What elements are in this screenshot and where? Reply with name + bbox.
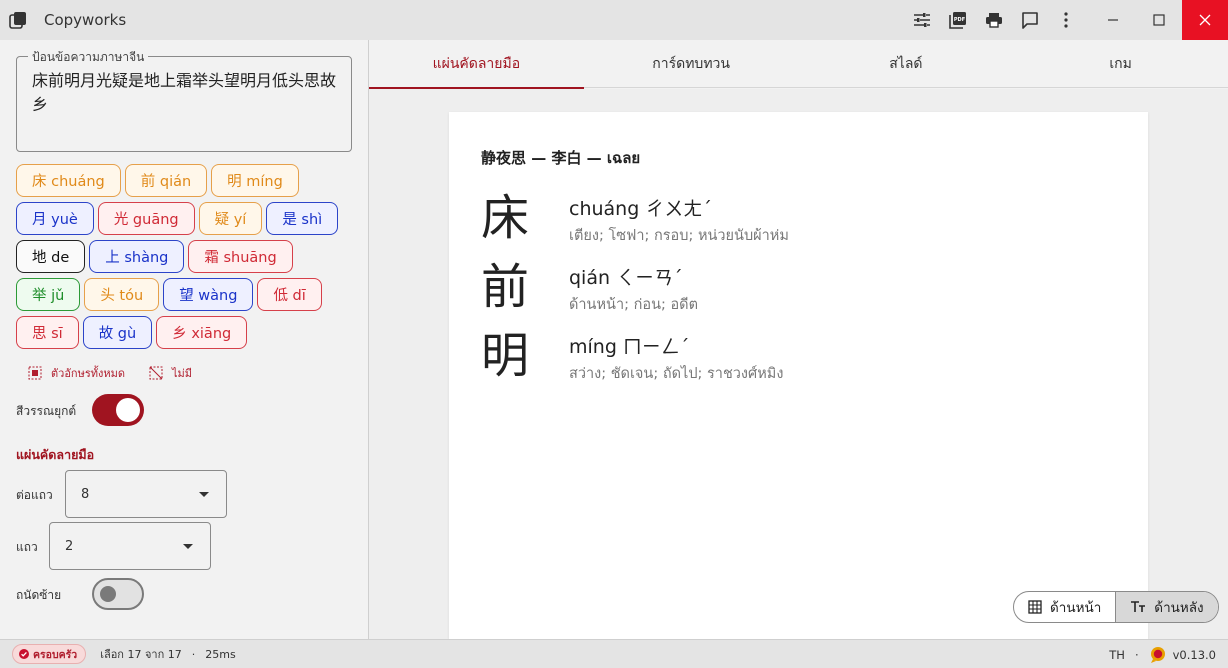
entry-pinyin: chuáng ㄔㄨㄤˊ: [569, 198, 712, 220]
character-chip[interactable]: 前 qián: [124, 164, 208, 197]
chinese-text-input[interactable]: ป้อนข้อความภาษาจีน 床前明月光疑是地上霜举头望明月低头思故乡: [16, 48, 352, 152]
chinese-text-input-label: ป้อนข้อความภาษาจีน: [28, 48, 149, 67]
chinese-text-value[interactable]: 床前明月光疑是地上霜举头望明月低头思故乡: [32, 69, 342, 117]
front-side-label: ด้านหน้า: [1050, 600, 1102, 616]
left-handed-toggle[interactable]: [92, 578, 144, 610]
character-chip[interactable]: 上 shàng: [89, 240, 185, 273]
tone-color-label: สีวรรณยุกต์: [16, 404, 77, 418]
tab-0[interactable]: แผ่นคัดลายมือ: [369, 40, 584, 89]
status-bar: ครอบครัว เลือก 17 จาก 17 · 25ms TH · v0.…: [0, 639, 1228, 668]
rows-select[interactable]: 2: [49, 522, 211, 570]
left-handed-label: ถนัดซ้าย: [16, 588, 62, 602]
select-none-button[interactable]: ไม่มี: [149, 364, 192, 382]
app-version: v0.13.0: [1172, 647, 1216, 662]
character-chip[interactable]: 是 shì: [266, 202, 339, 235]
tone-color-toggle[interactable]: [92, 394, 144, 426]
render-timing: 25ms: [205, 647, 236, 661]
select-all-button[interactable]: ตัวอักษรทั้งหมด: [28, 364, 125, 382]
side-toggle: ด้านหน้า ด้านหลัง: [1013, 591, 1219, 623]
worksheet-section-title: แผ่นคัดลายมือ: [16, 447, 95, 462]
character-chip[interactable]: 望 wàng: [163, 278, 254, 311]
character-chip[interactable]: 明 míng: [211, 164, 299, 197]
app-title: Copyworks: [44, 11, 127, 29]
toggle-knob: [100, 586, 116, 602]
pdf-export-icon[interactable]: PDF: [940, 0, 976, 40]
select-all-label: ตัวอักษรทั้งหมด: [51, 367, 126, 380]
separator-dot: ·: [1134, 647, 1139, 662]
app-logo-icon: [0, 0, 36, 40]
selection-controls: ตัวอักษรทั้งหมด ไม่มี: [28, 364, 216, 382]
separator-dot: ·: [191, 647, 196, 661]
minimize-icon[interactable]: [1090, 0, 1136, 40]
tab-1[interactable]: การ์ดทบทวน: [584, 40, 799, 88]
entry-meaning: ด้านหน้า; ก่อน; อดีต: [569, 297, 699, 313]
main-tabs: แผ่นคัดลายมือ การ์ดทบทวน สไลด์ เกม: [369, 40, 1228, 89]
tab-2[interactable]: สไลด์: [799, 40, 1014, 88]
rows-value: 2: [65, 539, 74, 554]
character-chip[interactable]: 月 yuè: [16, 202, 94, 235]
worksheet-preview: 静夜思 — 李白 — เฉลย 床 chuáng ㄔㄨㄤˊ เตียง; โซฟา;…: [449, 112, 1148, 639]
select-none-label: ไม่มี: [172, 367, 193, 380]
per-row-select[interactable]: 8: [65, 470, 227, 518]
settings-sliders-icon[interactable]: [904, 0, 940, 40]
grid-icon: [1028, 600, 1042, 614]
back-side-label: ด้านหลัง: [1154, 600, 1204, 616]
print-icon[interactable]: [976, 0, 1012, 40]
check-circle-icon: [19, 649, 29, 659]
preview-area: 静夜思 — 李白 — เฉลย 床 chuáng ㄔㄨㄤˊ เตียง; โซฟา;…: [369, 89, 1228, 639]
language-switch[interactable]: TH: [1109, 648, 1125, 662]
character-chip-list: 床 chuáng 前 qián 明 míng 月 yuè 光 guāng 疑 yí 是 sh…: [16, 164, 356, 349]
character-chip[interactable]: 乡 xiāng: [156, 316, 248, 349]
maximize-icon[interactable]: [1136, 0, 1182, 40]
per-row-value: 8: [81, 487, 90, 502]
selection-count: เลือก 17 จาก 17: [100, 648, 182, 661]
more-menu-icon[interactable]: [1048, 0, 1084, 40]
character-chip[interactable]: 霜 shuāng: [188, 240, 293, 273]
character-chip[interactable]: 低 dī: [257, 278, 322, 311]
chevron-down-icon: [183, 544, 193, 549]
left-panel: ป้อนข้อความภาษาจีน 床前明月光疑是地上霜举头望明月低头思故乡 …: [0, 40, 369, 639]
family-badge-label: ครอบครัว: [33, 648, 78, 661]
chevron-down-icon: [199, 492, 209, 497]
worksheet-title: 静夜思 — 李白 — เฉลย: [481, 149, 641, 167]
toggle-knob: [116, 398, 140, 422]
title-bar: Copyworks PDF: [0, 0, 1228, 40]
character-chip[interactable]: 床 chuáng: [16, 164, 121, 197]
svg-text:PDF: PDF: [954, 17, 965, 23]
entry-pinyin: míng ㄇㄧㄥˊ: [569, 336, 690, 358]
entry-hanzi: 明: [481, 328, 530, 384]
tab-3[interactable]: เกม: [1013, 40, 1228, 88]
back-side-button[interactable]: ด้านหลัง: [1116, 592, 1218, 622]
character-chip[interactable]: 举 jǔ: [16, 278, 81, 311]
front-side-button[interactable]: ด้านหน้า: [1014, 592, 1115, 622]
entry-hanzi: 床: [481, 190, 530, 246]
character-chip[interactable]: 光 guāng: [97, 202, 195, 235]
select-none-icon: [149, 366, 163, 380]
family-badge[interactable]: ครอบครัว: [12, 644, 87, 664]
close-icon[interactable]: [1182, 0, 1228, 40]
select-all-icon: [28, 366, 42, 380]
feedback-icon[interactable]: [1012, 0, 1048, 40]
chat-logo-icon[interactable]: [1149, 646, 1167, 664]
character-chip[interactable]: 疑 yí: [198, 202, 263, 235]
text-size-icon: [1131, 601, 1146, 612]
per-row-label: ต่อแถว: [16, 488, 53, 502]
character-chip[interactable]: 故 gù: [82, 316, 153, 349]
character-chip[interactable]: 思 sī: [16, 316, 79, 349]
rows-label: แถว: [16, 540, 38, 554]
character-chip[interactable]: 头 tóu: [84, 278, 160, 311]
entry-hanzi: 前: [481, 259, 530, 315]
entry-meaning: เตียง; โซฟา; กรอบ; หน่วยนับผ้าห่ม: [569, 228, 789, 244]
entry-meaning: สว่าง; ชัดเจน; ถัดไป; ราชวงศ์หมิง: [569, 366, 784, 382]
entry-pinyin: qián ㄑㄧㄢˊ: [569, 267, 683, 289]
character-chip[interactable]: 地 de: [16, 240, 86, 273]
